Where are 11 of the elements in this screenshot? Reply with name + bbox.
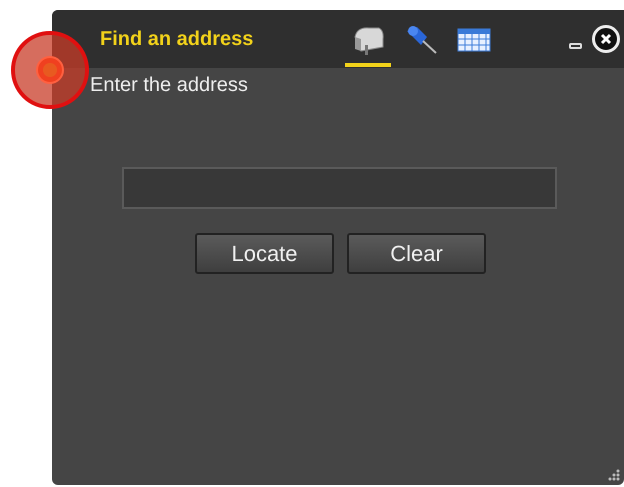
close-button[interactable] [592,25,620,53]
table-icon [457,28,491,52]
clear-button[interactable]: Clear [347,233,486,274]
resize-grip-icon[interactable] [607,468,621,482]
close-icon [600,33,612,45]
address-prompt: Enter the address [90,74,249,97]
minimize-button[interactable] [569,43,582,49]
address-field[interactable] [122,167,557,209]
panel-title: Find an address [100,28,254,50]
locate-button[interactable]: Locate [195,233,334,274]
location-marker-icon [10,30,90,110]
